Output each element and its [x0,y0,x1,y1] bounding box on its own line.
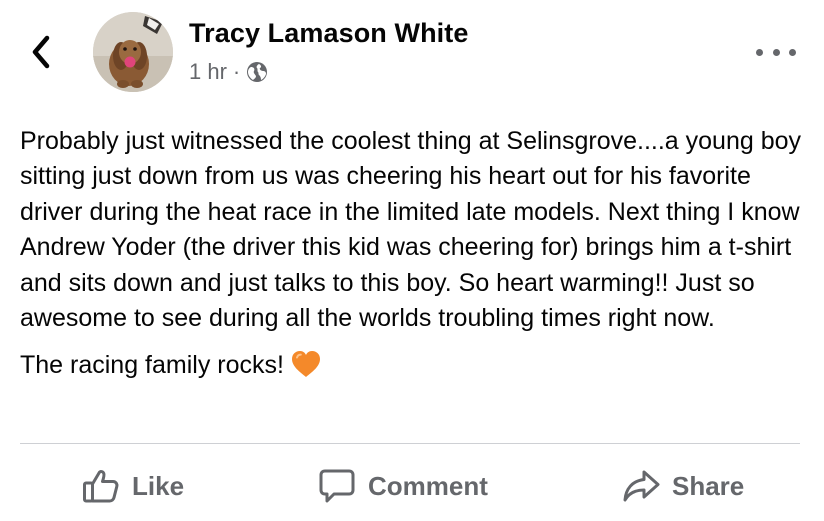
like-label: Like [132,470,185,501]
meta-separator: · [232,59,241,84]
post-closing-line: The racing family rocks! [20,348,810,383]
post-meta: 1 hr · [189,58,268,86]
avatar-photo [93,12,173,92]
share-arrow-icon [622,468,660,504]
more-horizontal-icon-dot [789,48,796,56]
share-label: Share [672,470,745,501]
post-message: Probably just witnessed the coolest thin… [20,127,802,333]
globe-icon [247,62,268,82]
thumbs-up-icon [82,468,120,504]
more-horizontal-icon [756,48,763,56]
author-name[interactable]: Tracy Lamason White [189,18,468,49]
more-options-button[interactable] [756,40,796,64]
more-horizontal-icon-dot [772,48,780,56]
share-button[interactable]: Share [622,460,744,512]
back-button[interactable] [26,32,56,72]
comment-label: Comment [368,470,488,501]
post-header: Tracy Lamason White 1 hr · [0,0,824,110]
post-actions-bar: Like Comment Share [0,460,824,512]
post-timestamp[interactable]: 1 hr [189,59,227,85]
like-button[interactable]: Like [82,460,184,512]
actions-divider [20,443,800,444]
orange-heart-icon [291,351,320,378]
comment-button[interactable]: Comment [318,460,488,512]
chevron-left-icon [32,35,50,69]
comment-icon [318,468,356,504]
avatar[interactable] [93,12,173,92]
post-body: Probably just witnessed the coolest thin… [20,124,810,384]
post-closing-text: The racing family rocks! [20,351,284,380]
